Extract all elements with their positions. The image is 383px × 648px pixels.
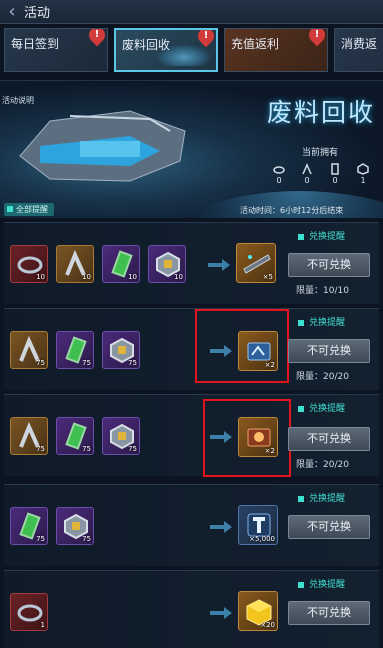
weapon-reward-icon[interactable]: ×5 <box>236 243 276 283</box>
exchange-button-disabled[interactable]: 不可兑换 <box>288 515 370 539</box>
tab-label: 废料回收 <box>122 38 171 52</box>
owned-item: 0 <box>270 163 288 185</box>
exchange-row: 10 10 10 10 ×5 兑换提醒 不可兑换 限量：10/10 <box>4 222 379 304</box>
exchange-remind-toggle[interactable]: 兑换提醒 <box>298 401 345 414</box>
chip-scrap-icon <box>357 163 369 175</box>
exchange-row: 75 75 ×5,000 兑换提醒 不可兑换 <box>4 484 379 566</box>
battery-scrap-item-icon[interactable]: 75 <box>56 331 94 369</box>
highlight-box <box>203 399 291 477</box>
exchange-remind-toggle[interactable]: 兑换提醒 <box>298 491 345 504</box>
gold-cube-reward-icon[interactable]: ×20 <box>238 591 278 631</box>
event-time: 活动时间：6小时12分后结束 <box>240 206 344 215</box>
exchange-remind-toggle[interactable]: 兑换提醒 <box>298 577 345 590</box>
exchange-remind-toggle[interactable]: 兑换提醒 <box>298 315 345 328</box>
chip-scrap-item-icon[interactable]: 10 <box>148 245 186 283</box>
remind-all-toggle[interactable]: 全部提醒 <box>4 203 54 216</box>
arrow-right-icon <box>208 259 230 271</box>
exchange-limit: 限量：10/10 <box>296 286 349 296</box>
owned-label: 当前拥有 <box>302 148 339 158</box>
top-bar: ‹ 活动 <box>0 0 383 24</box>
alert-badge-icon: ! <box>194 30 216 48</box>
back-arrow-icon[interactable]: ‹ <box>2 1 22 22</box>
alert-badge-icon: ! <box>85 29 107 47</box>
arrow-right-icon <box>210 607 232 619</box>
exchange-row: 1 ×20 兑换提醒 不可兑换 <box>4 570 379 648</box>
tab-label: 每日签到 <box>11 37 60 51</box>
chip-scrap-item-icon[interactable]: 75 <box>102 417 140 455</box>
event-title: 废料回收 <box>266 98 375 127</box>
alert-badge-icon: ! <box>305 29 327 47</box>
tab-daily-signin[interactable]: 每日签到 ! <box>4 28 108 72</box>
owned-item: 0 <box>298 163 316 185</box>
chip-scrap-item-icon[interactable]: 75 <box>56 507 94 545</box>
ring-scrap-icon <box>273 166 285 174</box>
activity-tabs: 每日签到 ! 废料回收 ! 充值返利 ! 消费返 <box>0 28 383 74</box>
tab-label: 充值返利 <box>231 37 280 51</box>
exchange-button-disabled[interactable]: 不可兑换 <box>288 253 370 277</box>
battery-scrap-item-icon[interactable]: 75 <box>10 507 48 545</box>
ring-scrap-item-icon[interactable]: 10 <box>10 245 48 283</box>
battery-scrap-icon <box>331 163 339 175</box>
exchange-button-disabled[interactable]: 不可兑换 <box>288 427 370 451</box>
chip-scrap-item-icon[interactable]: 75 <box>102 331 140 369</box>
page-title: 活动 <box>24 6 51 21</box>
battery-scrap-item-icon[interactable]: 75 <box>56 417 94 455</box>
owned-items: 0 0 0 1 <box>270 163 372 185</box>
exchange-limit: 限量：20/20 <box>296 372 349 382</box>
arm-scrap-item-icon[interactable]: 75 <box>10 331 48 369</box>
tab-recharge-rebate[interactable]: 充值返利 ! <box>224 28 328 72</box>
highlight-box <box>195 309 289 383</box>
tab-scrap-recycle[interactable]: 废料回收 ! <box>114 28 218 72</box>
exchange-row: 75 75 75 ×2 兑换提醒 不可兑换 限量：20/20 <box>4 308 379 390</box>
event-banner: 活动说明 废料回收 当前拥有 0 0 0 1 活动时间：6小时12分后结束 全部… <box>0 80 383 218</box>
battery-scrap-item-icon[interactable]: 10 <box>102 245 140 283</box>
titanium-reward-icon[interactable]: ×5,000 <box>238 505 278 545</box>
tab-spend-rebate[interactable]: 消费返 <box>334 28 383 72</box>
spaceship-illustration <box>19 110 186 182</box>
ring-scrap-item-icon[interactable]: 1 <box>10 593 48 631</box>
arrow-right-icon <box>210 521 232 533</box>
exchange-button-disabled[interactable]: 不可兑换 <box>288 339 370 363</box>
exchange-row: 75 75 75 ×2 兑换提醒 不可兑换 限量：20/20 <box>4 394 379 477</box>
event-explain-link[interactable]: 活动说明 <box>2 95 34 106</box>
owned-item: 0 <box>326 163 344 185</box>
exchange-button-disabled[interactable]: 不可兑换 <box>288 601 370 625</box>
arm-scrap-icon <box>302 163 312 175</box>
exchange-limit: 限量：20/20 <box>296 460 349 470</box>
tab-label: 消费返 <box>341 37 378 51</box>
arm-scrap-item-icon[interactable]: 10 <box>56 245 94 283</box>
arm-scrap-item-icon[interactable]: 75 <box>10 417 48 455</box>
exchange-remind-toggle[interactable]: 兑换提醒 <box>298 229 345 242</box>
owned-item: 1 <box>354 163 372 185</box>
